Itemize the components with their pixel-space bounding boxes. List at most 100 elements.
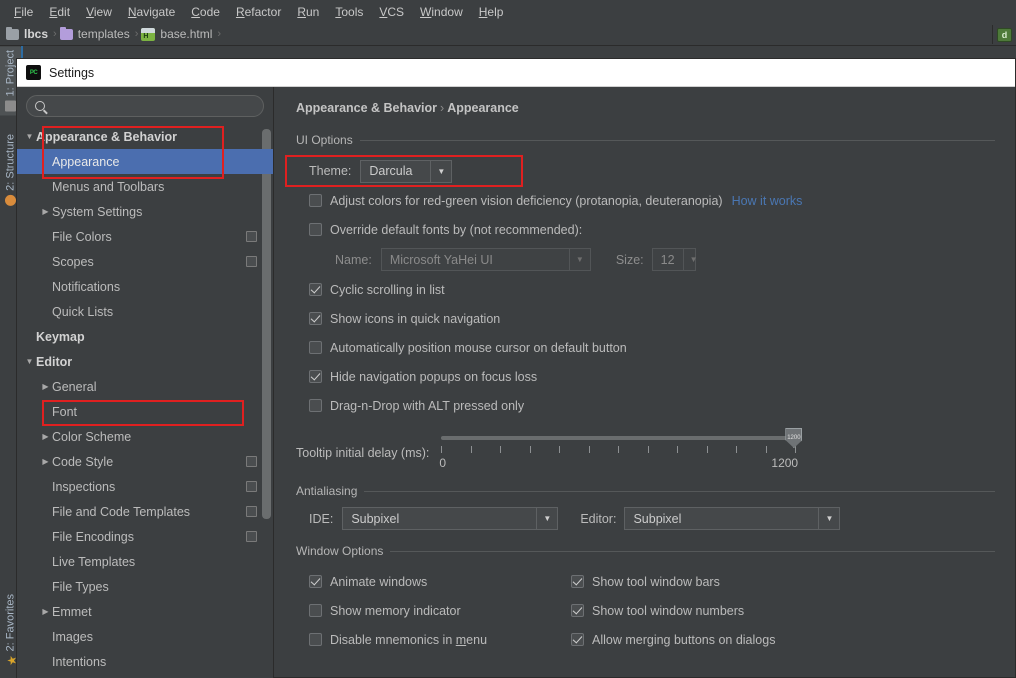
tree-item-editor[interactable]: ▼ Editor — [17, 349, 273, 374]
menu-item-view[interactable]: View — [78, 3, 120, 21]
ide-antialiasing-select[interactable]: Subpixel ▼ — [342, 507, 559, 530]
shared-settings-icon — [246, 456, 257, 467]
menu-item-navigate[interactable]: Navigate — [120, 3, 183, 21]
checkbox-animate-windows[interactable] — [309, 575, 322, 588]
override-fonts-checkbox[interactable] — [309, 223, 322, 236]
checkbox-allow-merging-buttons-on-dialogs[interactable] — [571, 633, 584, 646]
how-it-works-link[interactable]: How it works — [732, 194, 803, 208]
breadcrumb-label: templates — [77, 27, 130, 41]
chevron-down-icon[interactable]: ▼ — [536, 508, 557, 529]
run-config-button[interactable]: d — [992, 25, 1016, 44]
tree-item-font[interactable]: Font — [17, 399, 273, 424]
tooltip-delay-slider[interactable]: 1200 0 1200 — [439, 428, 803, 476]
tree-item-color-scheme[interactable]: ▶ Color Scheme — [17, 424, 273, 449]
checkbox-automatically-position-mouse-cursor-on-default-button[interactable] — [309, 341, 322, 354]
checkbox-show-icons-in-quick-navigation[interactable] — [309, 312, 322, 325]
search-container — [17, 87, 273, 123]
tree-item-file-and-code-templates[interactable]: File and Code Templates — [17, 499, 273, 524]
chevron-down-icon[interactable]: ▼ — [23, 357, 36, 366]
tree-item-quick-lists[interactable]: Quick Lists — [17, 299, 273, 324]
settings-content-pane: Appearance & Behavior › Appearance UI Opti… — [274, 87, 1015, 678]
tree-item-label: File and Code Templates — [52, 504, 191, 519]
menu-item-window[interactable]: Window — [412, 3, 471, 21]
breadcrumb-item[interactable]: templates — [59, 26, 134, 41]
menu-item-vcs[interactable]: VCS — [371, 3, 412, 21]
font-size-value: 12 — [660, 252, 675, 267]
navigation-bar: lbcs › templates › base.html › d — [0, 23, 1016, 46]
tree-item-label: Editor — [36, 354, 73, 369]
breadcrumb-item[interactable]: base.html — [141, 27, 216, 41]
tree-item-system-settings[interactable]: ▶ System Settings — [17, 199, 273, 224]
font-size-select[interactable]: 12 ▼ — [651, 248, 697, 271]
checkbox-label: Show tool window numbers — [592, 603, 745, 618]
checkbox-show-tool-window-bars[interactable] — [571, 575, 584, 588]
chevron-right-icon[interactable]: ▶ — [39, 607, 52, 616]
tree-item-scopes[interactable]: Scopes — [17, 249, 273, 274]
window-options-grid: Animate windows Show memory indicator Disa… — [296, 567, 995, 654]
tree-item-label: Live Templates — [52, 554, 136, 569]
menu-item-run[interactable]: Run — [289, 3, 327, 21]
tree-item-inspections[interactable]: Inspections — [17, 474, 273, 499]
tree-item-label: Images — [52, 629, 93, 644]
chevron-down-icon[interactable]: ▼ — [818, 508, 839, 529]
breadcrumb-label: lbcs — [24, 27, 49, 41]
settings-tree[interactable]: ▼ Appearance & Behavior Appearance Menus an… — [17, 123, 273, 678]
search-input[interactable] — [51, 99, 255, 113]
tree-item-keymap[interactable]: Keymap — [17, 324, 273, 349]
tree-item-label: Keymap — [36, 329, 85, 344]
antialiasing-header: Antialiasing — [296, 484, 995, 498]
chevron-down-icon[interactable]: ▼ — [23, 132, 36, 141]
font-name-select[interactable]: Microsoft YaHei UI ▼ — [380, 248, 591, 271]
checkbox-show-tool-window-numbers[interactable] — [571, 604, 584, 617]
breadcrumb-separator: › — [134, 28, 139, 40]
tree-item-file-colors[interactable]: File Colors — [17, 224, 273, 249]
checkbox-row: Hide navigation popups on focus loss — [296, 362, 995, 391]
checkbox-cyclic-scrolling-in-list[interactable] — [309, 283, 322, 296]
chevron-right-icon[interactable]: ▶ — [39, 382, 52, 391]
tree-item-intentions[interactable]: Intentions — [17, 649, 273, 674]
chevron-right-icon[interactable]: ▶ — [39, 432, 52, 441]
checkbox-show-memory-indicator[interactable] — [309, 604, 322, 617]
vision-deficiency-label: Adjust colors for red-green vision defic… — [330, 193, 723, 208]
slider-thumb[interactable]: 1200 — [785, 428, 803, 448]
tree-item-emmet[interactable]: ▶ Emmet — [17, 599, 273, 624]
chevron-down-icon[interactable]: ▼ — [568, 249, 590, 270]
tree-item-file-encodings[interactable]: File Encodings — [17, 524, 273, 549]
breadcrumb-item[interactable]: lbcs — [6, 26, 52, 41]
tree-item-appearance-behavior[interactable]: ▼ Appearance & Behavior — [17, 124, 273, 149]
checkbox-row: Allow merging buttons on dialogs — [571, 625, 851, 654]
chevron-down-icon[interactable]: ▼ — [682, 249, 704, 270]
menu-item-help[interactable]: Help — [471, 3, 512, 21]
chevron-right-icon[interactable]: ▶ — [39, 457, 52, 466]
chevron-right-icon[interactable]: ▶ — [39, 207, 52, 216]
checkbox-hide-navigation-popups-on-focus-loss[interactable] — [309, 370, 322, 383]
menu-item-file[interactable]: File — [6, 3, 41, 21]
project-icon — [5, 100, 16, 112]
tree-item-live-templates[interactable]: Live Templates — [17, 549, 273, 574]
shared-settings-icon — [246, 531, 257, 542]
menu-item-edit[interactable]: Edit — [41, 3, 78, 21]
menu-item-tools[interactable]: Tools — [327, 3, 371, 21]
checkbox-label: Disable mnemonics in menu — [330, 632, 488, 647]
search-box[interactable] — [26, 95, 264, 117]
tree-item-menus-and-toolbars[interactable]: Menus and Toolbars — [17, 174, 273, 199]
tree-item-images[interactable]: Images — [17, 624, 273, 649]
tree-item-general[interactable]: ▶ General — [17, 374, 273, 399]
tree-item-notifications[interactable]: Notifications — [17, 274, 273, 299]
tree-item-label: System Settings — [52, 204, 143, 219]
checkbox-drag-n-drop-with-alt-pressed-only[interactable] — [309, 399, 322, 412]
menu-item-refactor[interactable]: Refactor — [228, 3, 289, 21]
tree-item-label: Color Scheme — [52, 429, 132, 444]
theme-row: Theme: Darcula ▼ — [296, 156, 995, 186]
theme-select[interactable]: Darcula ▼ — [360, 159, 453, 183]
structure-icon — [5, 194, 16, 206]
vision-deficiency-checkbox[interactable] — [309, 194, 322, 207]
tree-item-file-types[interactable]: File Types — [17, 574, 273, 599]
tree-item-label: Appearance — [52, 154, 120, 169]
editor-antialiasing-select[interactable]: Subpixel ▼ — [624, 507, 841, 530]
checkbox-disable-mnemonics-in-menu[interactable] — [309, 633, 322, 646]
menu-item-code[interactable]: Code — [183, 3, 228, 21]
chevron-down-icon[interactable]: ▼ — [430, 160, 451, 182]
tree-item-code-style[interactable]: ▶ Code Style — [17, 449, 273, 474]
tree-item-appearance[interactable]: Appearance — [17, 149, 273, 174]
